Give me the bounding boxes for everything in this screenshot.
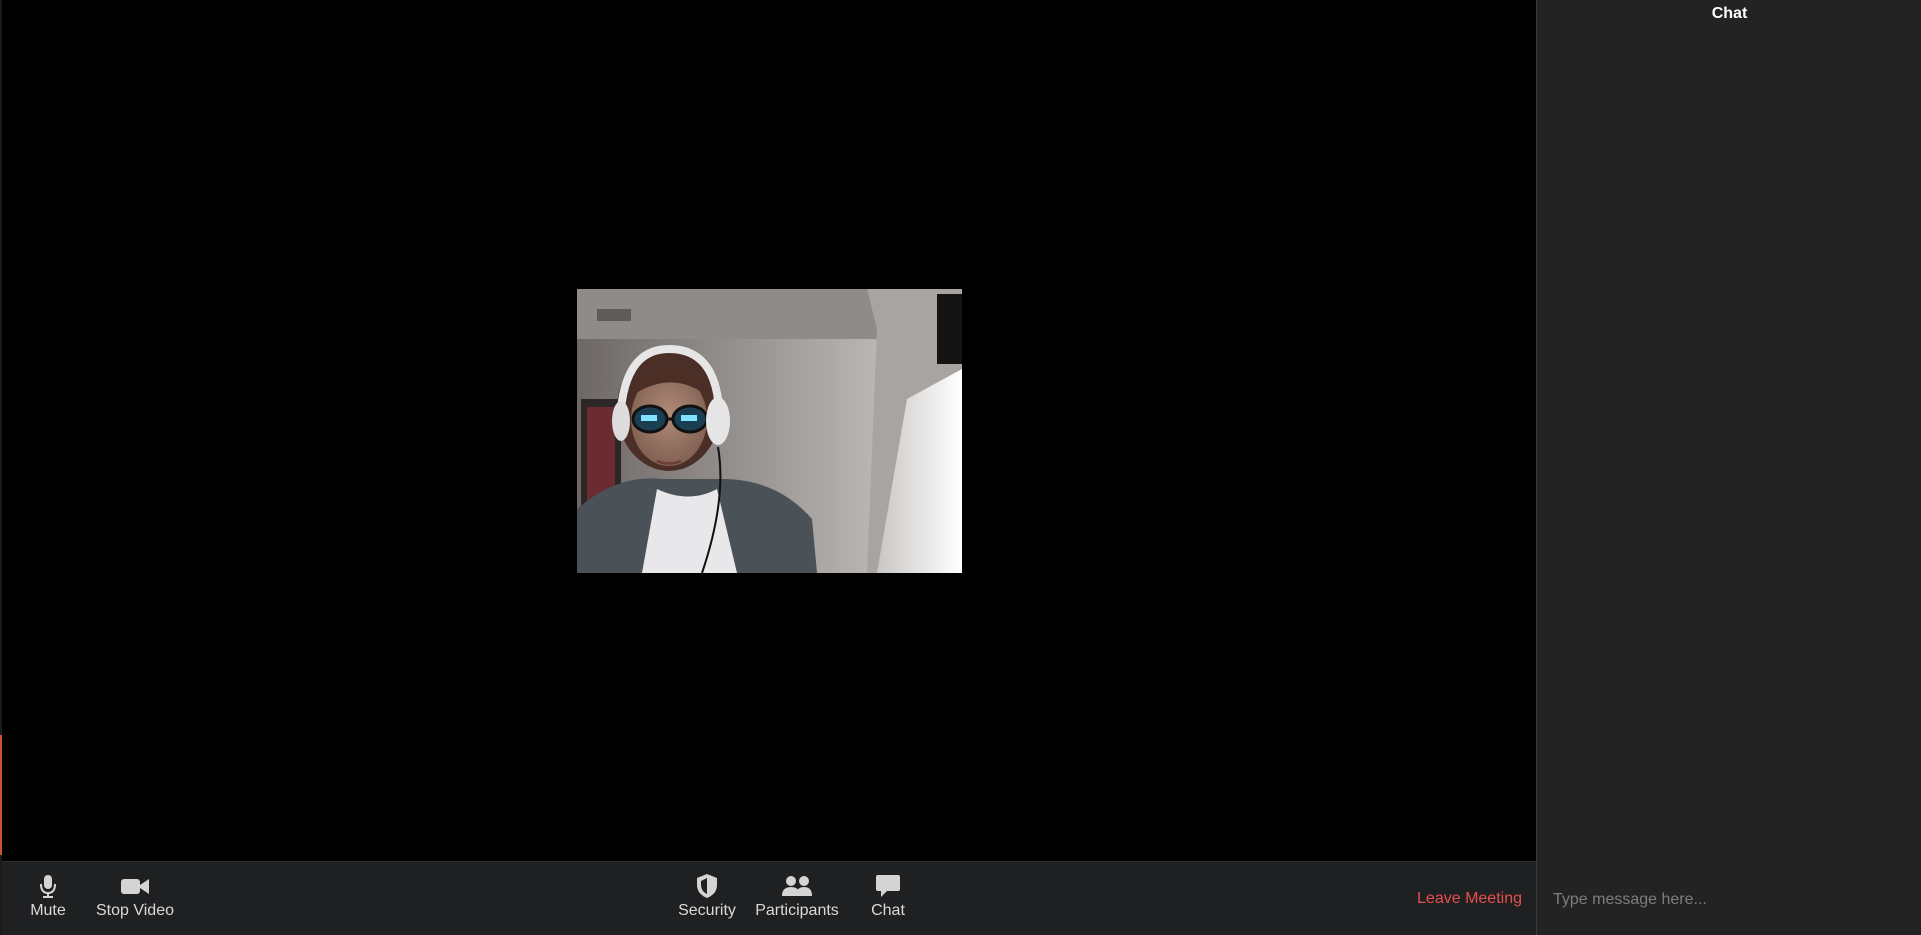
- speech-bubble-icon: [875, 872, 901, 900]
- chat-message-list[interactable]: [1537, 30, 1921, 870]
- people-icon: [781, 872, 813, 900]
- security-label: Security: [678, 902, 736, 919]
- zoom-meeting-window: Mute Stop Video Security Participants Ch…: [0, 0, 1921, 935]
- video-camera-icon: [120, 872, 150, 900]
- participants-button[interactable]: Participants: [754, 872, 840, 928]
- mute-button[interactable]: Mute: [26, 872, 70, 928]
- leave-meeting-button[interactable]: Leave Meeting: [1417, 890, 1522, 908]
- meeting-stage: [2, 0, 1536, 861]
- webcam-feed-image: [577, 289, 962, 573]
- stop-video-button[interactable]: Stop Video: [92, 872, 178, 928]
- shield-icon: [696, 872, 718, 900]
- stop-video-label: Stop Video: [96, 902, 174, 919]
- chat-message-input[interactable]: [1547, 880, 1907, 920]
- microphone-icon: [38, 872, 58, 900]
- chat-label: Chat: [871, 902, 905, 919]
- participant-video-tile[interactable]: [577, 289, 962, 573]
- mute-label: Mute: [30, 902, 66, 919]
- meeting-toolbar: Mute Stop Video Security Participants Ch…: [2, 861, 1536, 935]
- participants-label: Participants: [755, 902, 839, 919]
- chat-panel-title: Chat: [1711, 5, 1748, 22]
- security-button[interactable]: Security: [675, 872, 739, 928]
- chat-panel: Chat: [1536, 0, 1921, 935]
- chat-button[interactable]: Chat: [868, 872, 908, 928]
